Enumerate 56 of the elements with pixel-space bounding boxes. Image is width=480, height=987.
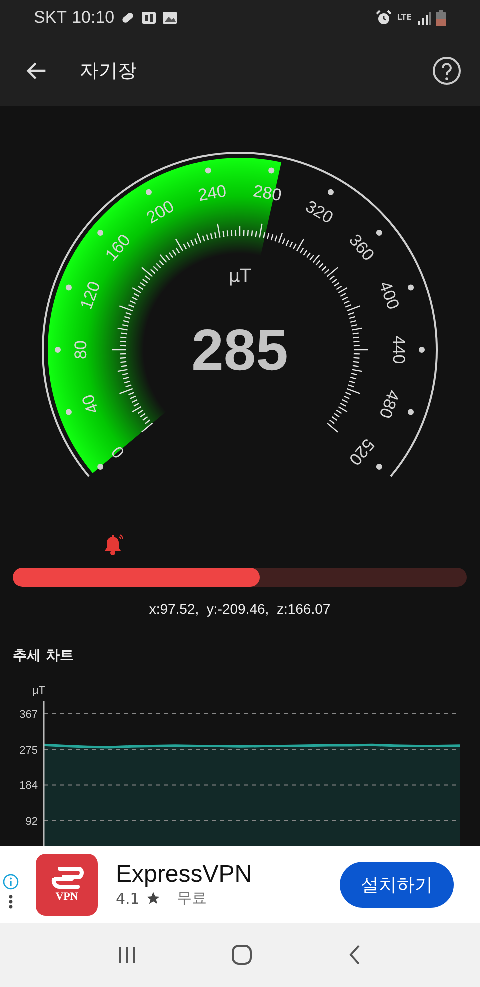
gauge-dot [66, 284, 72, 291]
gauge-dot [146, 189, 152, 196]
y-tick-label: 275 [20, 744, 38, 757]
gauge-dot [205, 168, 212, 174]
unit-label: μT [228, 266, 252, 287]
gauge-dot [328, 189, 334, 196]
gauge-dot [55, 347, 61, 353]
gauge-label: 520 [345, 435, 378, 470]
gauge-label: 440 [390, 336, 409, 364]
gauge-label: 320 [302, 196, 337, 228]
gauge-label: 200 [143, 196, 178, 228]
network-type-text: LTE [397, 13, 412, 22]
clock-text: 10:10 [72, 8, 115, 28]
y-tick-label: 367 [20, 709, 38, 721]
battery-icon [436, 10, 446, 26]
gauge-label: 80 [71, 340, 90, 360]
gauge-label: 360 [345, 230, 378, 265]
gauge-dot [268, 168, 275, 174]
gauge-dot [376, 464, 382, 470]
field-value: 285 [192, 318, 288, 383]
gauge-dot [419, 347, 425, 353]
gauge-dot [376, 230, 382, 236]
gauge-dot [408, 409, 414, 416]
gauge-label: 40 [78, 392, 103, 417]
gauge-dot [98, 230, 104, 236]
signal-icon [417, 10, 431, 24]
app-name: ExpressVPN [116, 861, 254, 889]
gauge-label: 240 [196, 182, 228, 206]
axis-unit-label: μT [32, 685, 46, 697]
y-tick-label: 92 [26, 816, 38, 828]
gauge-dot [98, 464, 104, 470]
gauge-label: 400 [376, 279, 404, 312]
screen-title: 자기장 [80, 58, 137, 84]
gauge-label: 120 [76, 279, 104, 312]
gauge-label: 160 [102, 230, 135, 265]
help-icon [432, 56, 462, 86]
y-tick-label: 184 [20, 780, 38, 792]
more-icon[interactable] [8, 894, 14, 910]
axes-reading: x:97.52, y:-209.46, z:166.07 [148, 601, 332, 617]
gauge-label: 0 [108, 442, 128, 462]
star-icon [146, 891, 161, 906]
logo-mark-icon [50, 866, 84, 888]
rating-text: 4.1 [116, 890, 140, 908]
image-icon [162, 10, 178, 26]
logo-text: VPN [56, 890, 78, 902]
app-notification-icon [140, 10, 157, 26]
gauge-dot [408, 284, 414, 291]
install-button[interactable]: 설치하기 [340, 862, 454, 908]
gauge-label: 480 [376, 388, 404, 421]
carrier-text: SKT [34, 8, 68, 28]
chart-title: 추세 차트 [13, 647, 75, 665]
gauge-label: 280 [252, 182, 284, 206]
gauge-dot [66, 409, 72, 416]
price-text: 무료 [176, 889, 207, 908]
alarm-icon [376, 10, 392, 26]
home-icon[interactable] [230, 943, 254, 967]
